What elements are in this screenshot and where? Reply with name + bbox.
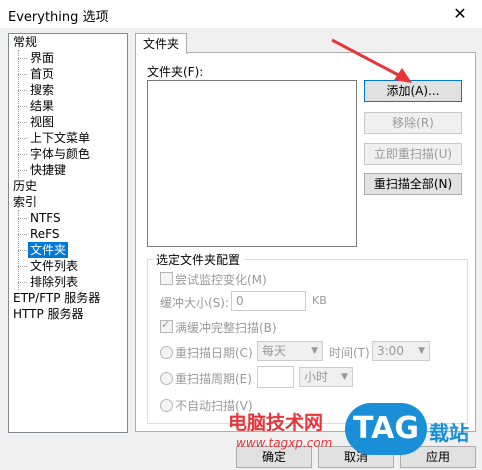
tree-connector [18,138,27,139]
close-icon[interactable]: ✕ [448,4,472,24]
tree-connector [18,250,27,251]
tree-connector [18,74,27,75]
tree-item-history[interactable]: 历史 [13,178,37,194]
tree-item-index[interactable]: 索引 [13,194,37,210]
tree-item-fonts-colors[interactable]: 字体与颜色 [30,146,90,162]
rescan-now-button[interactable]: 立即重扫描(U) [364,143,462,165]
tree-item-ui[interactable]: 界面 [30,50,54,66]
rescan-period-radio[interactable] [160,372,173,385]
day-select-value: 每天 [262,344,287,358]
config-group-title: 选定文件夹配置 [153,251,244,268]
tree-item-hotkeys[interactable]: 快捷键 [30,162,66,178]
time-select[interactable]: 3:00 ▼ [372,341,430,361]
rescan-full-label: 满缓冲完整扫描(B) [175,321,277,335]
tree-item-view[interactable]: 视图 [30,114,54,130]
time-select-value: 3:00 [377,344,404,358]
folders-list[interactable] [147,80,357,247]
tree-connector [18,90,27,91]
rescan-all-button[interactable]: 重扫描全部(N) [364,173,462,195]
rescan-day-radio[interactable] [160,346,173,359]
rescan-full-checkbox[interactable] [160,318,173,333]
chevron-down-icon: ▼ [418,346,425,356]
tree-connector [18,58,27,59]
tree-connector [18,170,27,171]
tree-item-search[interactable]: 搜索 [30,82,54,98]
watermark-text: 电脑技术网 [228,412,324,434]
rescan-day-label: 重扫描日期(C) [175,346,253,360]
chevron-down-icon: ▼ [311,346,318,356]
tree-item-folders[interactable]: 文件夹 [28,242,69,258]
tree-item-refs[interactable]: ReFS [30,226,60,242]
tree-item-results[interactable]: 结果 [30,98,54,114]
monitor-checkbox[interactable] [160,272,173,285]
tree-item-general[interactable]: 常规 [13,34,37,50]
tree-connector [18,282,27,283]
tree-connector [18,50,19,178]
time-label: 时间(T) [329,346,370,360]
watermark-zhan: 载站 [429,421,469,445]
tree-item-exclude[interactable]: 排除列表 [30,274,78,290]
monitor-label: 尝试监控变化(M) [175,273,267,287]
chevron-down-icon: ▼ [341,372,348,382]
tree-item-home[interactable]: 首页 [30,66,54,82]
tag-logo: TAG [345,403,427,455]
period-input[interactable] [257,366,294,388]
buffer-input[interactable]: 0 [231,291,306,311]
buffer-label: 缓冲大小(S): [160,296,230,310]
tree-connector [18,234,27,235]
tree-item-file-lists[interactable]: 文件列表 [30,258,78,274]
period-unit-select[interactable]: 小时 ▼ [299,367,353,387]
folders-label: 文件夹(F): [147,65,204,79]
period-unit-value: 小时 [304,370,329,384]
rescan-period-label: 重扫描周期(E) [175,372,252,386]
window-title: Everything 选项 [8,10,109,25]
tree-connector [18,106,27,107]
tree-connector [18,266,27,267]
tree-item-context-menu[interactable]: 上下文菜单 [30,130,90,146]
annotation-arrow-icon [331,38,412,83]
remove-button[interactable]: 移除(R) [364,112,462,134]
tree-item-etp-server[interactable]: ETP/FTP 服务器 [13,290,100,306]
tree-item-ntfs[interactable]: NTFS [30,210,61,226]
tree-connector [18,154,27,155]
watermark-url: www.tagxp.com [236,436,333,450]
options-tree[interactable]: 常规 界面 首页 搜索 结果 视图 上下文菜单 字体与颜色 快捷键 历史 索引 … [8,33,128,433]
tree-connector [18,122,27,123]
buffer-unit: KB [312,294,327,307]
tree-item-http-server[interactable]: HTTP 服务器 [13,306,84,322]
day-select[interactable]: 每天 ▼ [257,341,323,361]
tree-connector [18,218,27,219]
tab-folders[interactable]: 文件夹 [135,33,187,54]
no-auto-radio[interactable] [160,399,173,412]
